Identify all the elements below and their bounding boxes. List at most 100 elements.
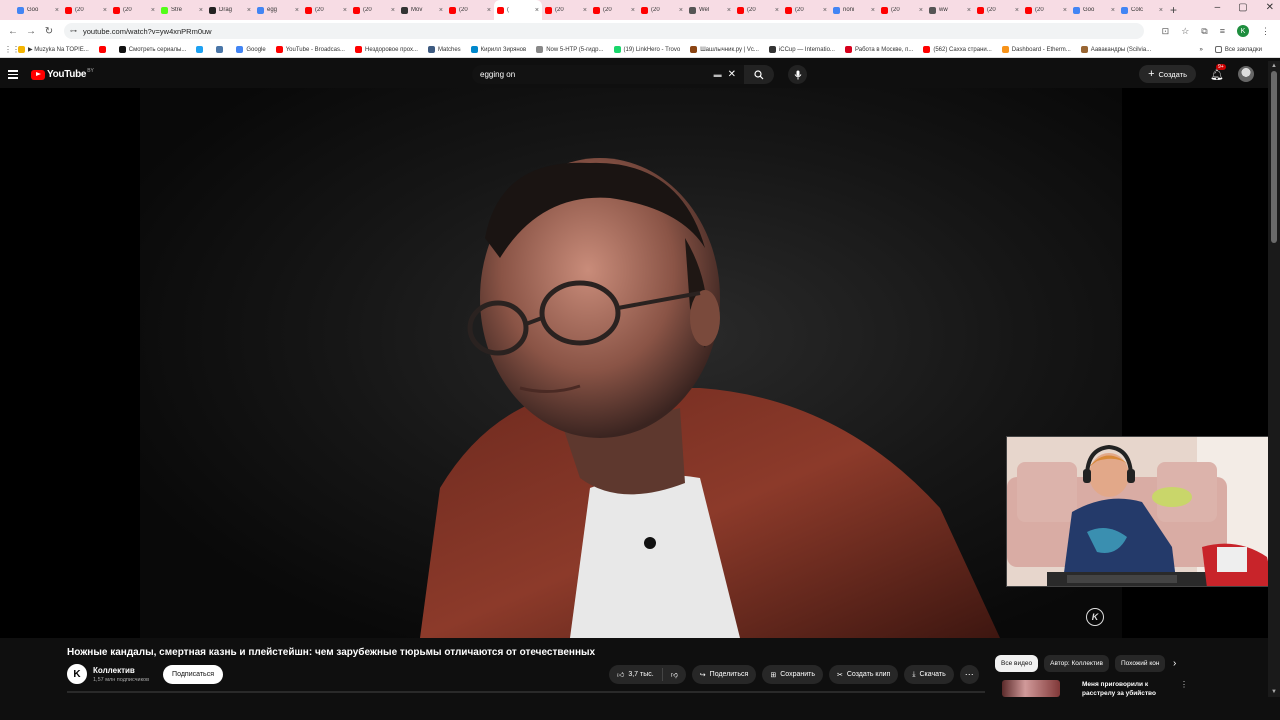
browser-tab[interactable]: Goo ×	[1070, 0, 1118, 20]
page-scrollbar[interactable]: ▲ ▼	[1268, 61, 1280, 697]
minimize-icon[interactable]: –	[1215, 2, 1221, 13]
bookmark-item[interactable]: iCCup — Internatio...	[768, 46, 835, 53]
menu-icon[interactable]	[8, 70, 18, 79]
voice-search-button[interactable]	[788, 65, 807, 84]
maximize-icon[interactable]: ▢	[1238, 2, 1247, 13]
bookmark-item[interactable]: Now 5-HTP (5-гидр...	[536, 46, 604, 53]
bookmark-item[interactable]: Dashboard - Etherm...	[1001, 46, 1071, 53]
bookmark-item[interactable]: Работа в Москве, п...	[844, 46, 913, 53]
tab-close-icon[interactable]: ×	[1111, 7, 1115, 14]
tab-close-icon[interactable]: ×	[1063, 7, 1067, 14]
bookmark-item[interactable]: Нездоровое прох...	[354, 46, 418, 53]
browser-tab[interactable]: (20 ×	[638, 0, 686, 20]
tab-close-icon[interactable]: ×	[919, 7, 923, 14]
tab-close-icon[interactable]: ×	[583, 7, 587, 14]
recommended-video[interactable]: Меня приговорили к расстрелу за убийство…	[1002, 680, 1202, 698]
search-input[interactable]: egging on ▬ ✕	[472, 65, 744, 84]
channel-watermark[interactable]: K	[1086, 608, 1104, 626]
tab-close-icon[interactable]: ×	[487, 7, 491, 14]
browser-tab[interactable]: (20 ×	[302, 0, 350, 20]
tab-close-icon[interactable]: ×	[535, 7, 539, 14]
tab-close-icon[interactable]: ×	[727, 7, 731, 14]
browser-tab[interactable]: (20 ×	[878, 0, 926, 20]
all-bookmarks-folder[interactable]: Все закладки	[1214, 46, 1262, 53]
profile-avatar[interactable]: K	[1237, 25, 1249, 37]
clip-button[interactable]: ✂ Создать клип	[829, 665, 899, 684]
dislike-button[interactable]: 👎︎	[663, 670, 686, 679]
reading-list-icon[interactable]: ≡	[1220, 26, 1225, 36]
browser-tab[interactable]: (20 ×	[782, 0, 830, 20]
bookmark-item[interactable]: (19) LinkHero - Trovo	[613, 46, 680, 53]
scroll-up-icon[interactable]: ▲	[1271, 63, 1277, 69]
browser-tab[interactable]: egg ×	[254, 0, 302, 20]
browser-tab[interactable]: Wel ×	[686, 0, 734, 20]
chip-author[interactable]: Автор: Коллектив	[1044, 655, 1109, 672]
bookmark-item[interactable]	[216, 46, 226, 53]
browser-tab[interactable]: Colc ×	[1118, 0, 1166, 20]
tab-close-icon[interactable]: ×	[967, 7, 971, 14]
browser-tab[interactable]: Mov ×	[398, 0, 446, 20]
subscribe-button[interactable]: Подписаться	[163, 664, 223, 684]
bookmark-item[interactable]	[98, 46, 109, 53]
tab-close-icon[interactable]: ×	[1015, 7, 1019, 14]
tab-close-icon[interactable]: ×	[823, 7, 827, 14]
browser-tab[interactable]: (20 ×	[62, 0, 110, 20]
bookmark-item[interactable]: Аавакандры (Scilvia...	[1080, 46, 1151, 53]
install-app-icon[interactable]: ⊡	[1162, 26, 1170, 37]
bookmark-star-icon[interactable]: ☆	[1181, 26, 1189, 37]
more-bookmarks-icon[interactable]: »	[1200, 47, 1203, 53]
scrollbar-thumb[interactable]	[1271, 71, 1277, 243]
apps-grid-icon[interactable]: ⋮⋮	[4, 45, 20, 54]
tab-close-icon[interactable]: ×	[439, 7, 443, 14]
browser-tab[interactable]: noni ×	[830, 0, 878, 20]
recommended-title[interactable]: Меня приговорили к расстрелу за убийство	[1082, 680, 1172, 698]
search-button[interactable]	[744, 65, 774, 84]
chrome-menu-icon[interactable]: ⋮	[1261, 26, 1270, 37]
reload-icon[interactable]: ↻	[40, 26, 58, 37]
browser-tab[interactable]: (20 ×	[734, 0, 782, 20]
chevron-right-icon[interactable]: ›	[1173, 658, 1176, 669]
browser-tab[interactable]: (20 ×	[1022, 0, 1070, 20]
keyboard-icon[interactable]: ▬	[714, 70, 722, 79]
tab-close-icon[interactable]: ×	[55, 7, 59, 14]
browser-tab[interactable]: (20 ×	[446, 0, 494, 20]
tab-close-icon[interactable]: ×	[103, 7, 107, 14]
close-window-icon[interactable]: ✕	[1266, 2, 1274, 13]
save-button[interactable]: ⊞ Сохранить	[762, 665, 823, 684]
tab-close-icon[interactable]: ×	[871, 7, 875, 14]
tab-close-icon[interactable]: ×	[343, 7, 347, 14]
share-button[interactable]: ↪ Поделиться	[691, 665, 757, 684]
tab-close-icon[interactable]: ×	[775, 7, 779, 14]
tab-close-icon[interactable]: ×	[151, 7, 155, 14]
tab-close-icon[interactable]: ×	[1159, 7, 1163, 14]
chip-similar[interactable]: Похожий кон	[1114, 655, 1165, 672]
scroll-down-icon[interactable]: ▼	[1271, 689, 1277, 695]
browser-tab[interactable]: Drag ×	[206, 0, 254, 20]
bookmark-item[interactable]: Кирилл Зирянов	[470, 46, 526, 53]
channel-name[interactable]: Коллектив	[93, 666, 149, 675]
account-avatar[interactable]	[1238, 66, 1254, 82]
new-tab-button[interactable]: +	[1170, 3, 1177, 17]
bookmark-item[interactable]: Google	[236, 46, 266, 53]
bookmark-item[interactable]: Шашлычник.ру | Vc...	[690, 46, 759, 53]
tab-close-icon[interactable]: ×	[631, 7, 635, 14]
back-icon[interactable]: ←	[4, 26, 22, 37]
browser-tab[interactable]: (×	[494, 0, 542, 20]
tab-close-icon[interactable]: ×	[679, 7, 683, 14]
browser-tab[interactable]: Stre ×	[158, 0, 206, 20]
forward-icon[interactable]: →	[22, 26, 40, 37]
bookmark-item[interactable]: YouTube - Broadcas...	[275, 46, 345, 53]
recommended-thumbnail[interactable]	[1002, 680, 1060, 697]
bookmark-item[interactable]	[196, 46, 206, 53]
download-button[interactable]: ⤓ Скачать	[904, 665, 954, 684]
create-button[interactable]: + Создать	[1139, 65, 1197, 83]
tab-close-icon[interactable]: ×	[199, 7, 203, 14]
bookmark-item[interactable]: Смотреть сериалы...	[118, 46, 186, 53]
channel-avatar[interactable]: K	[67, 664, 87, 684]
bookmark-item[interactable]: (562) Сахха страни...	[923, 46, 992, 53]
browser-tab[interactable]: Goo ×	[14, 0, 62, 20]
browser-tab[interactable]: (20 ×	[542, 0, 590, 20]
browser-tab[interactable]: (20 ×	[350, 0, 398, 20]
site-info-icon[interactable]: ⊶	[70, 27, 77, 35]
recommended-more-icon[interactable]: ⋮	[1180, 680, 1188, 698]
